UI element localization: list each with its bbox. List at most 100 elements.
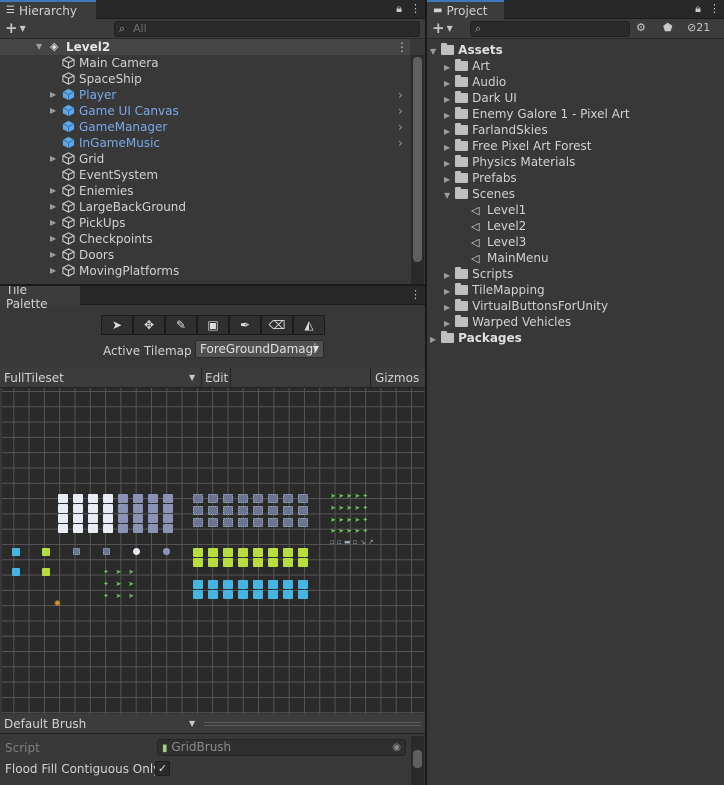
tile[interactable]: [208, 494, 218, 503]
tile[interactable]: [238, 518, 248, 527]
tile[interactable]: [88, 494, 98, 503]
object-picker-icon[interactable]: ◉: [392, 740, 401, 755]
more-menu-icon[interactable]: ⋮: [410, 2, 421, 16]
tile[interactable]: [238, 590, 248, 599]
expand-arrow-icon[interactable]: ▶: [444, 175, 450, 184]
expand-arrow-icon[interactable]: ▶: [444, 79, 450, 88]
gizmos-button[interactable]: Gizmos: [375, 368, 419, 388]
expand-arrow-icon[interactable]: ▶: [444, 63, 450, 72]
expand-arrow-icon[interactable]: ▶: [50, 151, 56, 167]
tile[interactable]: [73, 524, 83, 533]
arrow-tile[interactable]: ➤ ➤ ➤ ➤ ✦: [330, 492, 368, 500]
tile[interactable]: [73, 548, 80, 555]
arrow-tile[interactable]: ➤ ➤ ➤ ➤ ✦: [330, 504, 368, 512]
tile[interactable]: [73, 504, 83, 513]
hierarchy-item[interactable]: InGameMusic ›: [62, 135, 410, 151]
tile[interactable]: [298, 558, 308, 567]
hierarchy-item[interactable]: ▶ Game UI Canvas ›: [50, 103, 410, 119]
tile[interactable]: [238, 506, 248, 515]
brush-name[interactable]: Default Brush: [4, 717, 86, 731]
hierarchy-item[interactable]: ▶ LargeBackGround: [50, 199, 186, 215]
move-tool-button[interactable]: ✥: [133, 315, 165, 335]
tile[interactable]: [103, 504, 113, 513]
hierarchy-item[interactable]: ▶ Doors: [50, 247, 114, 263]
folder-item[interactable]: ▶ Audio: [444, 74, 506, 90]
expand-arrow-icon[interactable]: ▶: [50, 231, 56, 247]
tile[interactable]: [223, 506, 233, 515]
tile[interactable]: [298, 590, 308, 599]
tile[interactable]: [58, 494, 68, 503]
tile[interactable]: [298, 518, 308, 527]
lock-icon[interactable]: 🔒︎: [396, 2, 402, 16]
chevron-right-icon[interactable]: ›: [398, 119, 403, 135]
active-tilemap-dropdown[interactable]: ForeGroundDamagi ▼: [195, 340, 324, 358]
more-menu-icon[interactable]: ⋮: [709, 2, 720, 16]
hierarchy-item[interactable]: GameManager ›: [62, 119, 410, 135]
tile[interactable]: [208, 548, 218, 557]
chevron-right-icon[interactable]: ›: [398, 103, 403, 119]
tile[interactable]: [253, 494, 263, 503]
tile[interactable]: [103, 548, 110, 555]
folder-item[interactable]: ▶ TileMapping: [444, 282, 545, 298]
tile[interactable]: [133, 548, 140, 555]
tile[interactable]: [238, 558, 248, 567]
tile[interactable]: [118, 494, 128, 503]
tile[interactable]: [208, 580, 218, 589]
tile[interactable]: [208, 558, 218, 567]
tile[interactable]: [148, 514, 158, 523]
edit-button[interactable]: Edit: [205, 368, 228, 388]
tile[interactable]: [253, 518, 263, 527]
expand-arrow-icon[interactable]: ▶: [430, 335, 436, 344]
tile[interactable]: [268, 494, 278, 503]
hierarchy-item[interactable]: ▶ Player ›: [50, 87, 410, 103]
expand-arrow-icon[interactable]: ▶: [444, 111, 450, 120]
project-search-input[interactable]: ⌕: [470, 21, 630, 37]
folder-item[interactable]: ▶ Free Pixel Art Forest: [444, 138, 592, 154]
scene-menu-icon[interactable]: ⋮: [396, 39, 408, 55]
tile[interactable]: [148, 504, 158, 513]
tile[interactable]: [193, 590, 203, 599]
tile[interactable]: [283, 558, 293, 567]
tile[interactable]: [42, 568, 50, 576]
palette-dropdown-arrow-icon[interactable]: ▼: [189, 368, 195, 388]
tile[interactable]: [268, 506, 278, 515]
expand-arrow-icon[interactable]: ▶: [444, 159, 450, 168]
tile[interactable]: [118, 514, 128, 523]
paint-brush-tool-button[interactable]: ✎: [165, 315, 197, 335]
tile[interactable]: [223, 590, 233, 599]
arrow-tile[interactable]: ➤ ➤ ➤ ➤ ✦: [330, 516, 368, 524]
lock-icon[interactable]: 🔒︎: [695, 2, 701, 16]
tile[interactable]: [283, 580, 293, 589]
expand-arrow-icon[interactable]: ▶: [50, 199, 56, 215]
tile[interactable]: [133, 504, 143, 513]
arrow-tile[interactable]: ✦ ➤ ➤: [103, 592, 134, 600]
tile[interactable]: [163, 548, 170, 555]
hierarchy-item[interactable]: EventSystem: [62, 167, 158, 183]
tile[interactable]: [298, 548, 308, 557]
tile[interactable]: [253, 548, 263, 557]
expand-arrow-icon[interactable]: ▶: [444, 319, 450, 328]
arrow-tile[interactable]: ✦ ➤ ➤: [103, 580, 134, 588]
folder-item[interactable]: ▶ Art: [444, 58, 490, 74]
tile[interactable]: [133, 494, 143, 503]
tile[interactable]: [103, 524, 113, 533]
tile-palette-tab[interactable]: Tile Palette: [0, 286, 80, 311]
folder-item[interactable]: ▶ Physics Materials: [444, 154, 575, 170]
tile[interactable]: [268, 580, 278, 589]
expand-arrow-icon[interactable]: ▶: [444, 95, 450, 104]
expand-arrow-icon[interactable]: ▶: [444, 271, 450, 280]
tile[interactable]: [268, 518, 278, 527]
create-dropdown-button[interactable]: + ▼: [432, 20, 453, 37]
picker-tool-button[interactable]: ✒: [229, 315, 261, 335]
project-tab[interactable]: ▬ Project: [427, 0, 504, 19]
horizontal-splitter[interactable]: [0, 284, 425, 286]
hierarchy-item[interactable]: ▶ Grid: [50, 151, 104, 167]
expand-arrow-icon[interactable]: ▶: [50, 215, 56, 231]
tile[interactable]: [193, 494, 203, 503]
scene-asset[interactable]: ◁ Level1: [471, 202, 526, 218]
tile[interactable]: [12, 548, 20, 556]
tile[interactable]: [298, 580, 308, 589]
folder-item[interactable]: ▶ FarlandSkies: [444, 122, 548, 138]
tile[interactable]: [223, 548, 233, 557]
tile[interactable]: [42, 548, 50, 556]
